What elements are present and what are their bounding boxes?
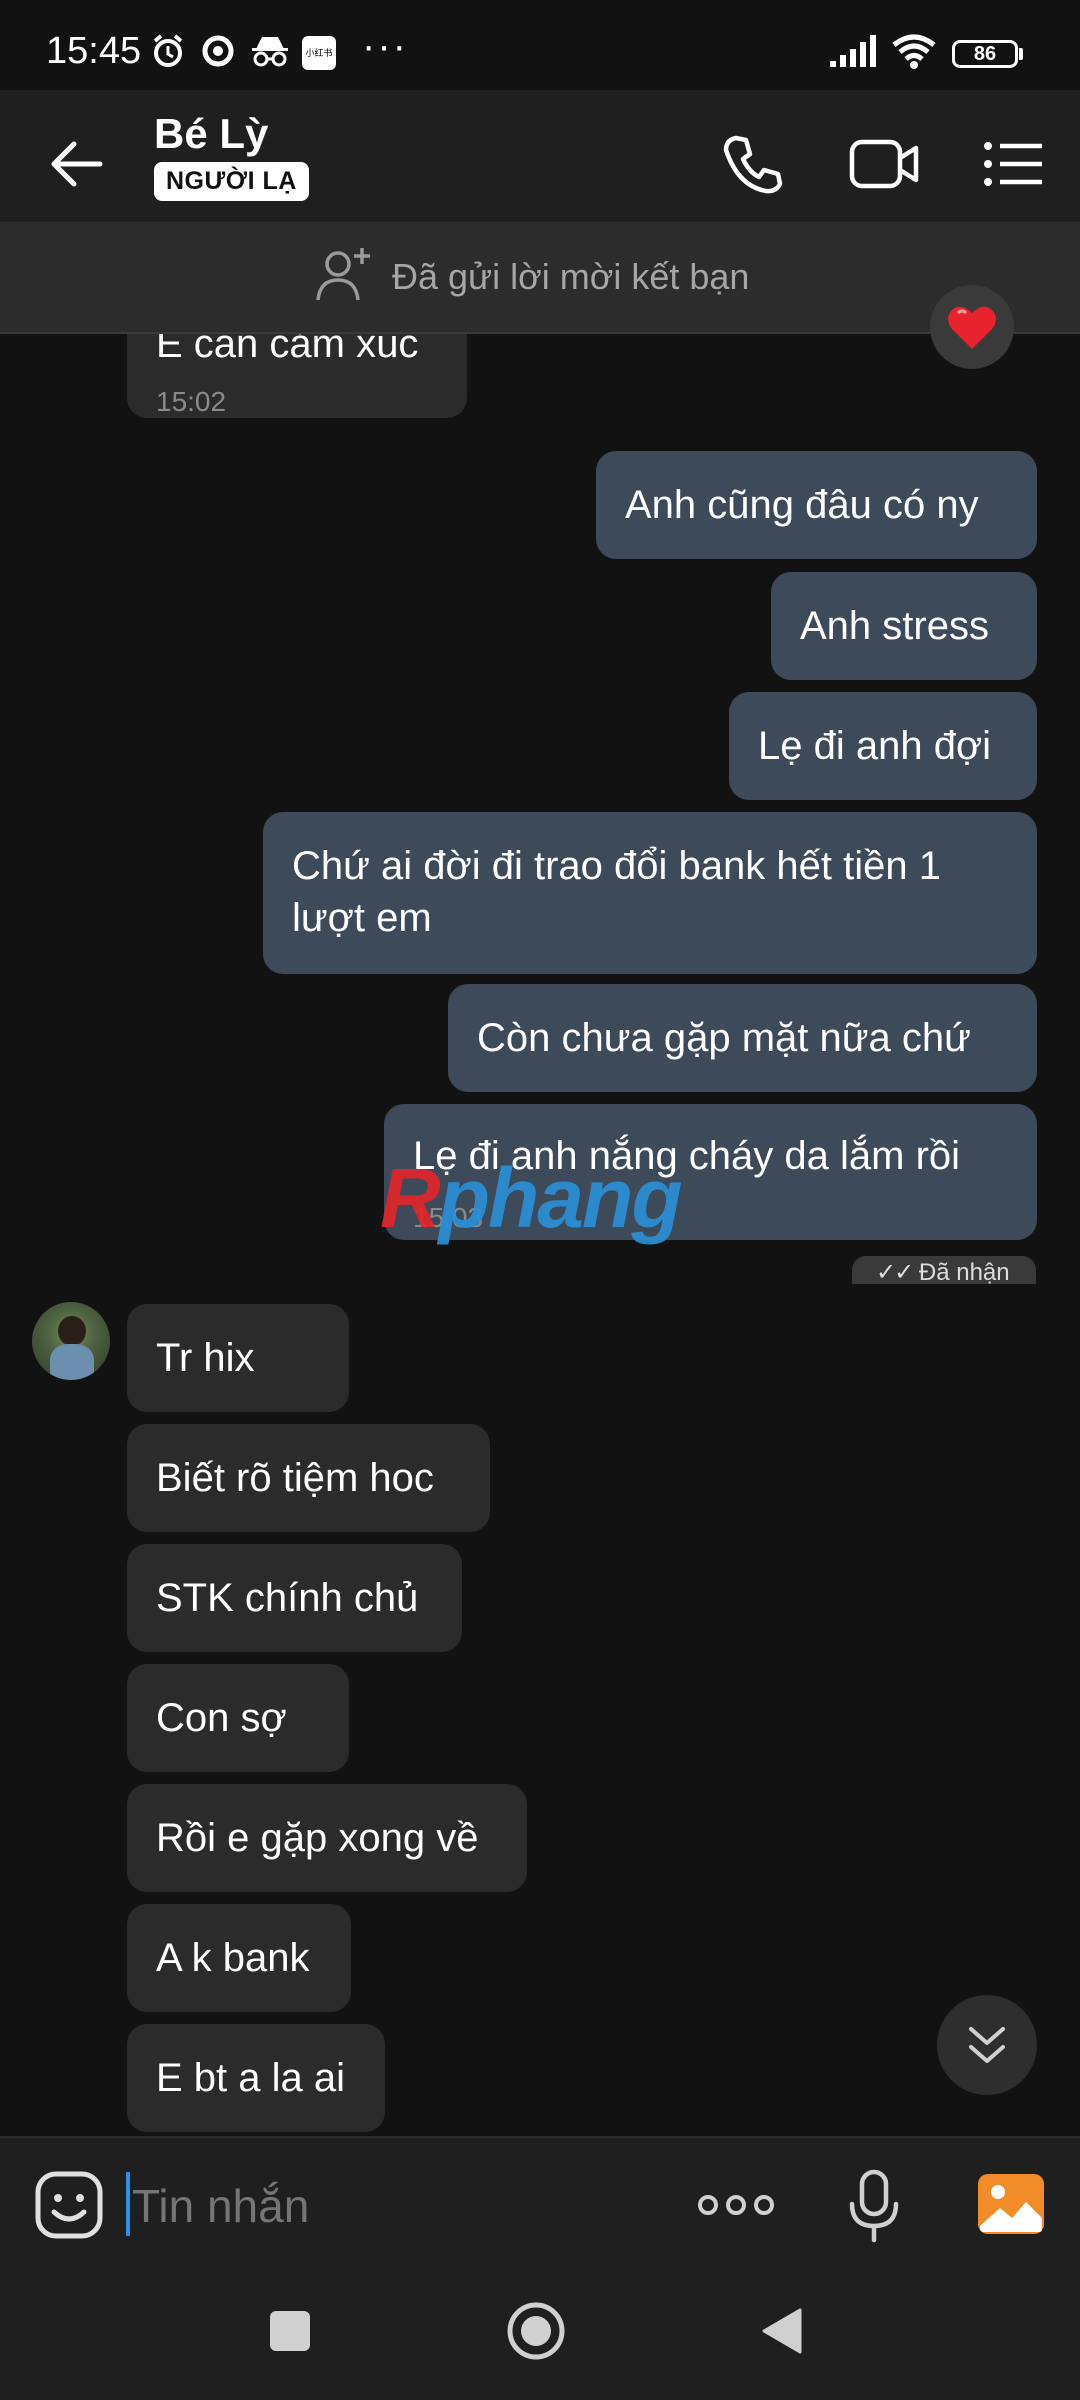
microphone-icon[interactable] bbox=[846, 2168, 902, 2244]
heart-reaction-button[interactable] bbox=[930, 285, 1014, 369]
battery-tip bbox=[1019, 48, 1023, 60]
back-nav-button[interactable] bbox=[760, 2306, 804, 2356]
contact-avatar[interactable] bbox=[32, 1302, 110, 1380]
friend-request-text: Đã gửi lời mời kết bạn bbox=[392, 256, 750, 297]
message-text: STK chính chủ bbox=[156, 1576, 419, 1620]
watermark-r: R bbox=[380, 1151, 441, 1245]
incognito-icon bbox=[252, 37, 288, 67]
more-dots-icon: ··· bbox=[362, 24, 408, 68]
home-button[interactable] bbox=[506, 2301, 566, 2361]
seen-status: ✓✓ Đã nhận bbox=[852, 1256, 1036, 1284]
message-text: Anh stress bbox=[800, 604, 989, 648]
status-time: 15:45 bbox=[46, 30, 142, 72]
avatar-body bbox=[50, 1344, 94, 1380]
recent-apps-button[interactable] bbox=[270, 2311, 310, 2351]
scroll-to-bottom-button[interactable] bbox=[937, 1995, 1037, 2095]
double-chevron-down-icon bbox=[969, 2027, 1005, 2063]
message-text: Con sợ bbox=[156, 1696, 287, 1740]
message-text: Lẹ đi anh đợi bbox=[758, 724, 992, 768]
image-gallery-icon[interactable] bbox=[976, 2172, 1046, 2236]
watermark-rest: phang bbox=[438, 1151, 683, 1245]
sent-message-bubble[interactable]: Chứ ai đời đi trao đổi bank hết tiền 1 l… bbox=[263, 812, 1037, 974]
heart-icon bbox=[948, 306, 996, 349]
received-message-bubble[interactable]: Tr hix bbox=[127, 1304, 349, 1412]
sent-message-bubble[interactable]: Anh stress bbox=[771, 572, 1037, 680]
text-cursor bbox=[126, 2172, 130, 2236]
received-message-bubble[interactable]: STK chính chủ bbox=[127, 1544, 462, 1652]
double-check-icon: ✓✓ bbox=[876, 1259, 914, 1284]
message-text: Tr hix bbox=[156, 1336, 255, 1380]
received-message-bubble[interactable]: E cần cảm xúc 15:02 bbox=[127, 334, 467, 418]
contact-name[interactable]: Bé Lỳ bbox=[154, 110, 268, 158]
menu-list-icon[interactable] bbox=[982, 128, 1044, 200]
message-text: E cần cảm xúc bbox=[156, 334, 419, 366]
wifi-icon bbox=[892, 34, 936, 69]
received-message-bubble[interactable]: Biết rõ tiệm hoc bbox=[127, 1424, 490, 1532]
video-call-icon[interactable] bbox=[846, 128, 922, 200]
received-message-bubble[interactable]: A k bank bbox=[127, 1904, 351, 2012]
message-text: A k bank bbox=[156, 1936, 310, 1980]
emoji-sticker-icon[interactable] bbox=[34, 2170, 104, 2240]
add-friend-icon bbox=[316, 248, 370, 301]
message-text: Biết rõ tiệm hoc bbox=[156, 1456, 434, 1500]
avatar-head bbox=[58, 1316, 86, 1346]
more-options-icon[interactable] bbox=[696, 2180, 776, 2230]
received-message-bubble[interactable]: E bt a la ai bbox=[127, 2024, 385, 2132]
signal-icon bbox=[830, 35, 876, 67]
sent-message-bubble[interactable]: Còn chưa gặp mặt nữa chứ bbox=[448, 984, 1037, 1092]
app-notification-icon: 小红书 bbox=[302, 36, 336, 70]
received-message-bubble[interactable]: Rồi e gặp xong về bbox=[127, 1784, 527, 1892]
received-message-bubble[interactable]: Con sợ bbox=[127, 1664, 349, 1772]
watermark-logo: Rphang bbox=[380, 1150, 683, 1247]
sent-message-bubble[interactable]: Lẹ đi anh đợi bbox=[729, 692, 1037, 800]
message-text: Chứ ai đời đi trao đổi bank hết tiền 1 l… bbox=[292, 844, 941, 940]
message-text: Anh cũng đâu có ny bbox=[625, 483, 979, 527]
message-time: 15:02 bbox=[156, 386, 227, 417]
phone-call-icon[interactable] bbox=[716, 128, 788, 200]
back-arrow-icon[interactable] bbox=[40, 128, 112, 200]
sent-message-bubble[interactable]: Anh cũng đâu có ny bbox=[596, 451, 1037, 559]
message-text: Rồi e gặp xong về bbox=[156, 1816, 479, 1860]
message-text: Còn chưa gặp mặt nữa chứ bbox=[477, 1016, 971, 1060]
message-input[interactable] bbox=[132, 2178, 652, 2234]
seen-status-label: Đã nhận bbox=[918, 1259, 1010, 1284]
stranger-badge: NGƯỜI LẠ bbox=[154, 162, 309, 201]
message-text: E bt a la ai bbox=[156, 2056, 346, 2100]
alarm-icon bbox=[153, 34, 183, 67]
battery-icon: 86 bbox=[952, 40, 1018, 68]
sync-icon bbox=[202, 35, 234, 67]
